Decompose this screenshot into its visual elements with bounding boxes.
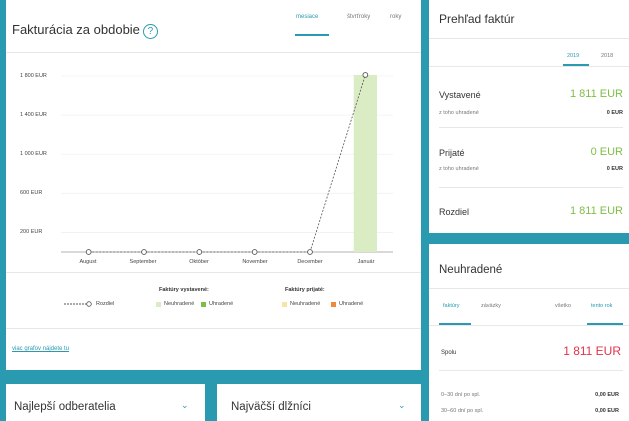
chart-point [141,249,147,255]
largest-debtors-title: Najväčší dlžníci [231,401,311,413]
received-label: Prijaté [439,148,465,158]
legend-swatch-received-paid [331,302,336,307]
tab-this-year[interactable]: tento rok [591,303,612,309]
chevron-down-icon[interactable]: ⌄ [398,400,406,411]
overview-divider-1 [439,127,623,128]
overview-tabs-divider [429,66,629,67]
chart-divider [6,272,421,273]
legend-swatch-received-unpaid [282,302,287,307]
issued-label: Vystavené [439,90,481,100]
diff-value: 1 811 EUR [570,205,623,217]
received-paid-label: z toho uhradené [439,166,479,172]
issued-paid-value: 0 EUR [606,110,623,116]
chevron-down-icon[interactable]: ⌄ [181,400,189,411]
x-tick: September [129,259,157,265]
legend-swatch-issued-unpaid [156,302,161,307]
legend-rozdiel: Rozdiel [96,301,115,307]
best-customers-title: Najlepší odberatelia [14,401,116,413]
overview-header-divider [429,38,629,39]
chart-point [85,249,92,255]
unpaid-total-value: 1 811 EUR [563,344,621,358]
unpaid-panel: Neuhradené faktúry záväzky všetko tento … [429,244,629,421]
unpaid-row-value: 0,00 EUR [595,408,619,414]
overview-divider-2 [439,187,623,188]
largest-debtors-panel[interactable]: Najväčší dlžníci ⌄ [217,384,421,421]
unpaid-total-label: Spolu [441,350,457,356]
legend-swatch-issued-paid [201,302,206,307]
issued-paid-label: z toho uhradené [439,110,479,116]
chart-point [251,249,258,255]
x-tick: Október [189,259,209,265]
legend-issued-unpaid: Neuhradené [164,301,195,307]
diff-label: Rozdiel [439,207,470,217]
legend-issued-title: Faktúry vystavené: [159,287,209,293]
chart-point [307,249,313,255]
tab-liabilities[interactable]: záväzky [481,303,501,309]
unpaid-divider-1 [439,370,623,371]
legend-received-paid: Uhradené [339,301,364,307]
legend-line-icon [64,301,92,307]
unpaid-row-label: 0–30 dní po spl. [441,392,481,398]
received-value: 0 EUR [590,146,623,158]
legend-issued-paid: Uhradené [209,301,234,307]
unpaid-header-divider [429,288,629,289]
x-tick: Január [357,259,375,265]
tab-year-2018[interactable]: 2018 [601,53,613,59]
legend-divider [6,328,421,329]
unpaid-row-label: 30–60 dní po spl. [441,408,484,414]
tab-all[interactable]: všetko [555,303,571,309]
x-tick: August [79,259,97,265]
chart-point [362,72,369,78]
overview-title: Prehľad faktúr [439,12,515,26]
legend-received-title: Faktúry prijaté: [285,287,325,293]
unpaid-title: Neuhradené [439,264,503,276]
unpaid-tabs-divider [429,325,629,326]
billing-panel: Fakturácia za obdobie? mesiace štvrťroky… [6,0,421,370]
tab-year-2019[interactable]: 2019 [567,53,579,59]
issued-value: 1 811 EUR [570,88,623,100]
received-paid-value: 0 EUR [606,166,623,172]
overview-panel: Prehľad faktúr 2019 2018 Vystavené 1 811… [429,0,629,233]
legend-received-unpaid: Neuhradené [290,301,321,307]
more-charts-link[interactable]: viac grafov nájdete tu [12,346,69,352]
x-tick: December [297,259,323,265]
tab-invoices[interactable]: faktúry [443,303,460,309]
x-tick: November [242,259,268,265]
unpaid-row-value: 0,00 EUR [595,392,619,398]
chart-point [196,249,203,255]
billing-chart [61,72,393,255]
best-customers-panel[interactable]: Najlepší odberatelia ⌄ [6,384,205,421]
